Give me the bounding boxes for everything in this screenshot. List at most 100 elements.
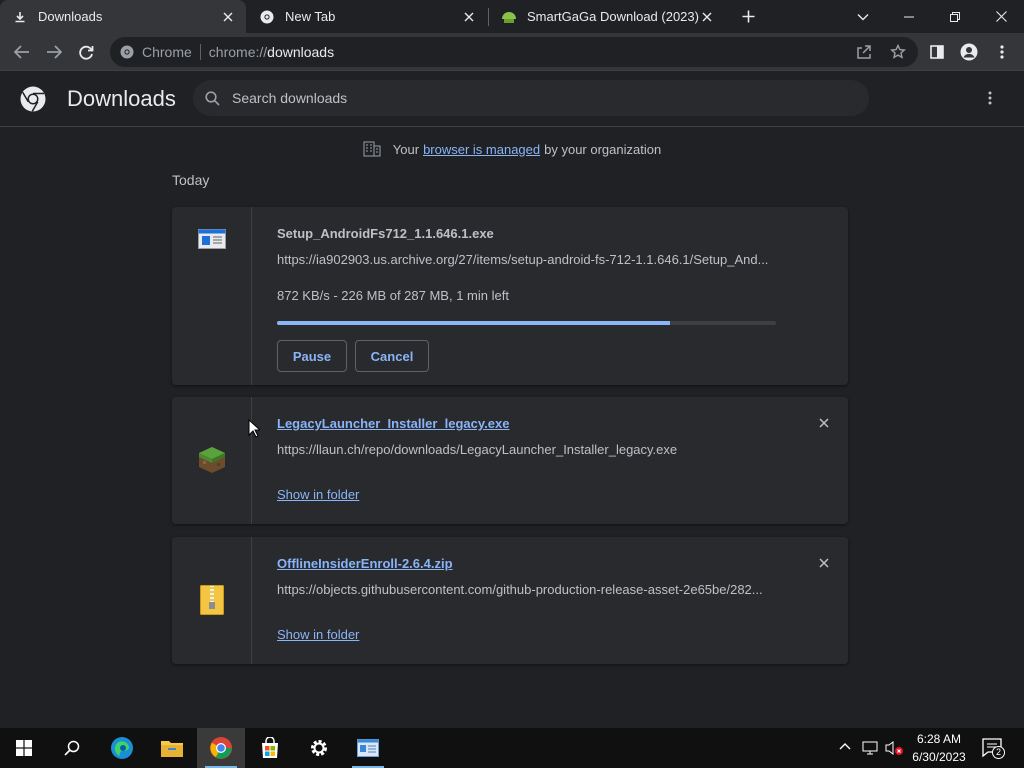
chrome-logo-icon [20, 86, 46, 117]
star-icon[interactable] [890, 44, 906, 60]
reload-icon [78, 45, 93, 60]
reload-button[interactable] [70, 36, 102, 68]
date-group-header: Today [172, 172, 210, 188]
minecraft-grass-block-icon [197, 445, 227, 524]
tab-downloads[interactable]: Downloads [0, 0, 246, 33]
show-in-folder-link[interactable]: Show in folder [277, 487, 359, 502]
remove-download-button[interactable] [814, 413, 834, 433]
more-actions-button[interactable] [983, 90, 997, 111]
file-name-link[interactable]: OfflineInsiderEnroll-2.6.4.zip [277, 556, 453, 571]
file-icon-column [172, 397, 252, 524]
chrome-icon [210, 737, 232, 759]
url-scheme: chrome:// [208, 44, 268, 60]
minimize-icon [904, 16, 914, 17]
chrome-menu-button[interactable] [986, 36, 1018, 68]
close-icon [819, 558, 829, 568]
cancel-button[interactable]: Cancel [355, 340, 429, 372]
side-panel-button[interactable] [921, 36, 953, 68]
address-bar[interactable]: Chrome chrome://downloads [110, 37, 918, 67]
profile-button[interactable] [953, 36, 985, 68]
system-clock[interactable]: 6:28 AM 6/30/2023 [906, 730, 972, 766]
start-button[interactable] [0, 728, 48, 768]
zip-folder-icon [199, 585, 224, 664]
taskbar-store[interactable] [246, 728, 294, 768]
file-url: https://llaun.ch/repo/downloads/LegacyLa… [277, 442, 678, 457]
gear-icon [311, 740, 327, 756]
show-in-folder-link[interactable]: Show in folder [277, 627, 359, 642]
download-item: Setup_AndroidFs712_1.1.646.1.exe https:/… [172, 207, 848, 385]
plus-icon [742, 10, 754, 23]
close-icon[interactable] [699, 9, 715, 25]
page-title: Downloads [67, 86, 176, 111]
file-name: Setup_AndroidFs712_1.1.646.1.exe [277, 226, 494, 241]
exe-file-icon [197, 229, 226, 385]
file-icon-column [172, 537, 252, 664]
arrow-left-icon [14, 45, 29, 59]
url-host: downloads [267, 44, 335, 60]
close-icon[interactable] [220, 9, 236, 25]
notification-badge: 2 [992, 746, 1005, 759]
arrow-right-icon [47, 45, 62, 59]
managed-banner: Your browser is managed by your organiza… [0, 139, 1024, 159]
chevron-down-icon [857, 13, 869, 20]
file-url: https://ia902903.us.archive.org/27/items… [277, 252, 769, 267]
control-panel-icon [357, 739, 379, 757]
new-tab-button[interactable] [725, 0, 771, 33]
download-progress-bar [277, 321, 776, 325]
file-name-link[interactable]: LegacyLauncher_Installer_legacy.exe [277, 416, 509, 431]
search-downloads-field[interactable]: Search downloads [193, 80, 869, 116]
taskbar-edge[interactable] [98, 728, 146, 768]
taskbar-control-panel[interactable] [344, 728, 392, 768]
volume-muted-icon[interactable] [885, 740, 905, 761]
pause-button[interactable]: Pause [277, 340, 347, 372]
side-panel-icon [930, 45, 944, 59]
managed-suffix: by your organization [544, 141, 662, 157]
back-button[interactable] [6, 36, 38, 68]
restore-icon [950, 11, 960, 22]
windows-taskbar: 6:28 AM 6/30/2023 2 [0, 728, 1024, 768]
close-icon[interactable] [461, 9, 477, 25]
site-chip-label: Chrome [142, 44, 192, 60]
browser-managed-link[interactable]: browser is managed [423, 142, 540, 157]
remove-download-button[interactable] [814, 553, 834, 573]
download-status: 872 KB/s - 226 MB of 287 MB, 1 min left [277, 288, 509, 303]
file-url: https://objects.githubusercontent.com/gi… [277, 582, 763, 597]
tab-smartgaga[interactable]: SmartGaGa Download (2023) An [489, 0, 725, 33]
tab-new-tab[interactable]: New Tab [247, 0, 487, 33]
search-icon [64, 740, 80, 756]
managed-prefix: Your [392, 141, 420, 157]
taskbar-settings[interactable] [295, 728, 343, 768]
forward-button[interactable] [38, 36, 70, 68]
folder-icon [161, 741, 183, 757]
network-icon[interactable] [862, 740, 878, 761]
tab-strip: Downloads New Tab SmartGaGa Download (20… [0, 0, 1024, 33]
show-hidden-icons-button[interactable] [838, 740, 852, 759]
close-icon [995, 11, 1007, 22]
tab-search-button[interactable] [840, 0, 886, 33]
omnibox-separator [199, 44, 201, 60]
taskbar-chrome[interactable] [197, 728, 245, 768]
tab-label: Downloads [38, 9, 103, 24]
download-icon [12, 9, 28, 25]
restore-button[interactable] [932, 0, 978, 33]
store-icon [262, 737, 278, 758]
search-placeholder: Search downloads [232, 90, 348, 106]
avatar-icon [960, 43, 978, 61]
action-center-button[interactable]: 2 [982, 738, 1005, 763]
file-icon-column [172, 207, 252, 385]
clock-time: 6:28 AM [916, 732, 962, 746]
edge-icon [111, 737, 133, 759]
share-icon[interactable] [856, 44, 872, 60]
tab-label: New Tab [285, 9, 336, 24]
site-info-chip[interactable]: Chrome [120, 44, 192, 60]
close-icon [819, 418, 829, 428]
close-window-button[interactable] [978, 0, 1024, 33]
minimize-button[interactable] [886, 0, 932, 33]
chrome-icon [120, 45, 134, 59]
download-item: OfflineInsiderEnroll-2.6.4.zip https://o… [172, 537, 848, 664]
more-vert-icon [988, 91, 992, 105]
downloads-header: Downloads Search downloads [0, 72, 1024, 127]
taskbar-search-button[interactable] [48, 728, 96, 768]
chevron-up-icon [839, 743, 851, 750]
taskbar-file-explorer[interactable] [148, 728, 196, 768]
